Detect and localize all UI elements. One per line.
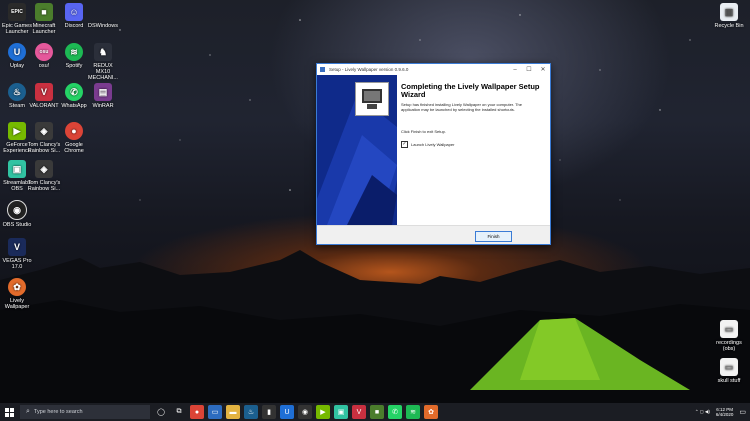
taskbar-whatsapp-icon[interactable]: ✆ (388, 405, 402, 419)
taskbar-mail-icon[interactable]: ▭ (208, 405, 222, 419)
taskbar-spotify-icon[interactable]: ≋ (406, 405, 420, 419)
tray-icons[interactable]: ⌃ ◻ ◀) (695, 409, 710, 415)
desktop-icon-chrome[interactable]: ● Google Chrome (57, 122, 91, 154)
taskbar-obs-icon[interactable]: ◉ (298, 405, 312, 419)
wizard-heading: Completing the Lively Wallpaper Setup Wi… (401, 82, 540, 99)
desktop-icon-dswindows[interactable]: DSWindows (86, 3, 120, 29)
minecraft-icon: ■ (35, 3, 53, 21)
finish-button[interactable]: Finish (475, 231, 512, 242)
desktop-icon-obs[interactable]: ◉ OBS Studio (0, 200, 34, 228)
minimize-icon[interactable]: – (508, 67, 522, 73)
taskbar-lively-icon[interactable]: ✿ (424, 405, 438, 419)
taskbar-valorant-icon[interactable]: V (352, 405, 366, 419)
osu-icon: osu (35, 43, 53, 61)
file-icon: ▭ (720, 320, 738, 338)
winrar-icon: ▤ (94, 83, 112, 101)
launch-checkbox-label: Launch Lively Wallpaper (411, 142, 455, 147)
desktop-icon-recycle-bin[interactable]: ▥ Recycle Bin (712, 3, 746, 29)
pinned-apps: ◯ ⧉ ● ▭ ▬ ♨ ▮ U ◉ ▶ ▣ V ■ ✆ ≋ ✿ (150, 405, 438, 419)
taskbar-task-view-icon[interactable]: ◯ (154, 405, 168, 419)
launch-checkbox[interactable]: ✓ Launch Lively Wallpaper (401, 141, 454, 148)
lively-wallpaper-icon: ✿ (8, 278, 26, 296)
recycle-bin-icon: ▥ (720, 3, 738, 21)
setup-title: Setup - Lively Wallpaper version 0.9.6.0 (329, 67, 409, 72)
lively-installer-icon (355, 82, 389, 116)
taskbar-geforce-icon[interactable]: ▶ (316, 405, 330, 419)
maximize-icon[interactable]: ☐ (522, 66, 536, 73)
search-icon: ⌕ (26, 408, 30, 415)
wizard-exit-hint: Click Finish to exit Setup. (401, 129, 446, 134)
valorant-icon: V (35, 83, 53, 101)
clock[interactable]: 6:12 PM 6/4/2020 (716, 407, 734, 417)
desktop-icon-rainbow-2[interactable]: ◈ Tom Clancy's Rainbow Si... (27, 160, 61, 192)
close-icon[interactable]: ✕ (536, 66, 550, 73)
geforce-icon: ▶ (8, 122, 26, 140)
setup-window[interactable]: Setup - Lively Wallpaper version 0.9.6.0… (316, 63, 551, 245)
setup-app-icon (320, 67, 325, 72)
desktop-icon-lively[interactable]: ✿ Lively Wallpaper (0, 278, 34, 310)
search-box[interactable]: ⌕ Type here to search (20, 405, 150, 419)
checkbox-checked-icon[interactable]: ✓ (401, 141, 408, 148)
notification-icon[interactable]: ▭ (739, 408, 746, 416)
spotify-icon: ≋ (65, 43, 83, 61)
rainbow-six-icon: ◈ (35, 160, 53, 178)
vegas-icon: V (8, 238, 26, 256)
desktop-icon-vegas[interactable]: V VEGAS Pro 17.0 (0, 238, 34, 270)
desktop-icon-rainbow-1[interactable]: ◈ Tom Clancy's Rainbow Si... (27, 122, 61, 154)
desktop-icon-recordings[interactable]: ▭ recordings (obs) (712, 320, 746, 352)
redux-mouse-icon: ♞ (94, 43, 112, 61)
streamlabs-icon: ▣ (8, 160, 26, 178)
taskbar-chrome-icon[interactable]: ● (190, 405, 204, 419)
file-icon: ▭ (720, 358, 738, 376)
desktop-icon-redux[interactable]: ♞ REDUX MX10 MECHANI... (86, 43, 120, 81)
taskbar-explorer-icon[interactable]: ▬ (226, 405, 240, 419)
taskbar-minecraft-icon[interactable]: ■ (370, 405, 384, 419)
taskbar-steam-icon[interactable]: ♨ (244, 405, 258, 419)
installer-computer-icon (362, 89, 382, 109)
setup-content: Completing the Lively Wallpaper Setup Wi… (317, 75, 550, 225)
desktop-icon-valorant[interactable]: V VALORANT (27, 83, 61, 109)
desktop-icon-osu[interactable]: osu osu! (27, 43, 61, 69)
wizard-message: Setup has finished installing Lively Wal… (401, 102, 522, 112)
rainbow-six-icon: ◈ (35, 122, 53, 140)
taskbar-uplay-icon[interactable]: U (280, 405, 294, 419)
dswindows-icon (94, 3, 112, 21)
whatsapp-icon: ✆ (65, 83, 83, 101)
clock-date: 6/4/2020 (715, 412, 734, 417)
chrome-icon: ● (65, 122, 83, 140)
search-placeholder: Type here to search (33, 409, 83, 415)
setup-footer: Finish (317, 225, 550, 245)
taskbar: ⌕ Type here to search ◯ ⧉ ● ▭ ▬ ♨ ▮ U ◉ ▶ ▣ V ■ ✆ ≋ ✿ ⌃… (0, 403, 750, 421)
taskbar-tb-black-icon[interactable]: ▮ (262, 405, 276, 419)
discord-icon: ☺ (65, 3, 83, 21)
desktop-icon-winrar[interactable]: ▤ WinRAR (86, 83, 120, 109)
steam-icon: ♨ (8, 83, 26, 101)
desktop-icon-minecraft[interactable]: ■ Minecraft Launcher (27, 3, 61, 35)
taskbar-streamlabs-icon[interactable]: ▣ (334, 405, 348, 419)
mountain-silhouette (0, 250, 750, 403)
desktop-icon-skull-stuff[interactable]: ▭ skull stuff (712, 358, 746, 384)
taskbar-multitask-icon[interactable]: ⧉ (172, 405, 186, 419)
uplay-icon: U (8, 43, 26, 61)
system-tray: ⌃ ◻ ◀) 6:12 PM 6/4/2020 ▭ (695, 403, 746, 421)
setup-titlebar[interactable]: Setup - Lively Wallpaper version 0.9.6.0… (317, 64, 550, 75)
epic-icon: EPIC (8, 3, 26, 21)
windows-start-icon[interactable] (0, 403, 18, 421)
obs-icon: ◉ (7, 200, 27, 220)
